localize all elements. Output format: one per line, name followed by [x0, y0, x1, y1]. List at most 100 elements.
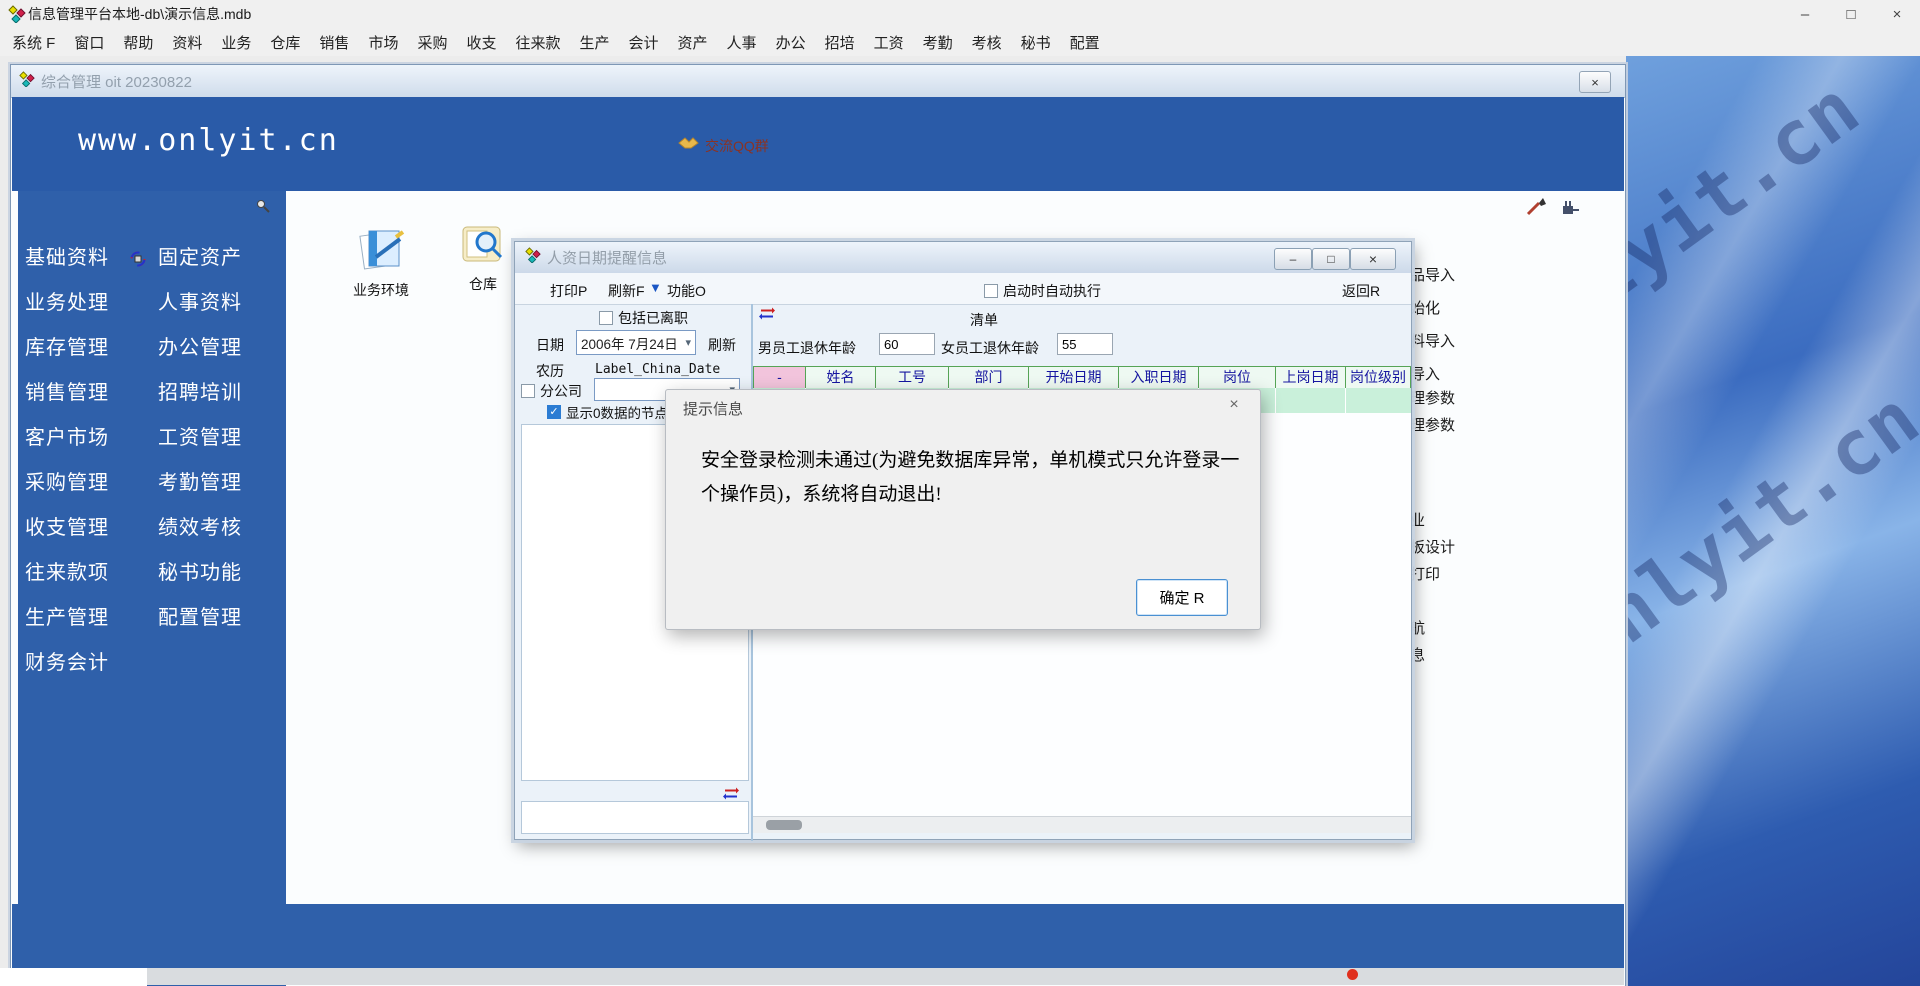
menu-item[interactable]: 办公: [776, 32, 806, 53]
right-menu-item-fragment[interactable]: 打印: [1410, 563, 1440, 584]
maximize-button[interactable]: □: [1828, 0, 1874, 28]
desktop-icon-warehouse[interactable]: 仓库: [448, 221, 518, 294]
menu-item[interactable]: 资产: [678, 32, 708, 53]
menu-item[interactable]: 配置: [1070, 32, 1100, 53]
sidebar-item[interactable]: 配置管理: [158, 606, 242, 631]
function-menu-button[interactable]: 功能O: [667, 281, 706, 301]
menu-item[interactable]: 收支: [466, 32, 496, 53]
grid-header-cell[interactable]: 开始日期: [1029, 367, 1119, 389]
date-refresh-button[interactable]: 刷新: [708, 335, 736, 355]
menu-item[interactable]: 工资: [874, 32, 904, 53]
menu-item[interactable]: 人事: [727, 32, 757, 53]
right-menu-item-fragment[interactable]: 航: [1410, 617, 1425, 638]
dialog-close-button[interactable]: ×: [1350, 248, 1396, 270]
minimize-button[interactable]: –: [1782, 0, 1828, 28]
sidebar-item[interactable]: 办公管理: [158, 336, 242, 361]
right-menu-item-fragment[interactable]: 品导入: [1410, 264, 1455, 285]
sidebar-item[interactable]: 秘书功能: [158, 561, 242, 586]
include-resigned-row: 包括已离职: [599, 308, 688, 328]
menu-item[interactable]: 生产: [580, 32, 610, 53]
right-menu-item-fragment[interactable]: 业: [1410, 509, 1425, 530]
print-button[interactable]: 打印P: [550, 281, 587, 301]
sidebar-item[interactable]: 库存管理: [25, 336, 109, 361]
grid-header-cell[interactable]: -: [753, 367, 806, 389]
sidebar-item[interactable]: 固定资产: [158, 246, 242, 271]
menu-item[interactable]: 市场: [368, 32, 398, 53]
menu-item[interactable]: 帮助: [123, 32, 153, 53]
mdi-close-button[interactable]: ×: [1579, 71, 1611, 93]
right-menu-item-fragment[interactable]: 始化: [1410, 297, 1440, 318]
right-menu-item-fragment[interactable]: 理参数: [1410, 414, 1455, 435]
menu-item[interactable]: 业务: [221, 32, 251, 53]
dialog-toolbar: 打印P 刷新F ▼ 功能O 启动时自动执行 返回R: [515, 273, 1411, 305]
autorun-label: 启动时自动执行: [1003, 281, 1101, 301]
dialog-maximize-button[interactable]: □: [1312, 248, 1350, 270]
grid-header-cell[interactable]: 入职日期: [1119, 367, 1199, 389]
menu-item[interactable]: 秘书: [1021, 32, 1051, 53]
menu-item[interactable]: 仓库: [270, 32, 300, 53]
sidebar-item[interactable]: 生产管理: [25, 606, 109, 631]
sidebar-item[interactable]: 基础资料: [25, 246, 109, 271]
menu-item[interactable]: 系统 F: [12, 32, 55, 53]
sidebar-item[interactable]: 销售管理: [25, 381, 109, 406]
horizontal-scrollbar[interactable]: [753, 816, 1411, 833]
swap-icon[interactable]: [759, 307, 775, 325]
include-resigned-checkbox[interactable]: [599, 311, 613, 325]
sidebar-item[interactable]: 工资管理: [158, 426, 242, 451]
menu-item[interactable]: 采购: [417, 32, 447, 53]
male-retire-age-input[interactable]: [879, 333, 935, 355]
pushpin-icon[interactable]: [256, 199, 270, 218]
plug-icon[interactable]: [1559, 197, 1581, 224]
branch-label: 分公司: [540, 381, 582, 401]
right-menu-item-fragment[interactable]: 板设计: [1410, 536, 1455, 557]
show-zero-checkbox[interactable]: ✓: [547, 405, 561, 419]
menu-item[interactable]: 会计: [629, 32, 659, 53]
grid-header-cell[interactable]: 部门: [949, 367, 1029, 389]
grid-header-cell[interactable]: 岗位: [1199, 367, 1276, 389]
branch-checkbox[interactable]: [521, 384, 535, 398]
grid-header-cell[interactable]: 工号: [876, 367, 949, 389]
sidebar-item[interactable]: 收支管理: [25, 516, 109, 541]
sidebar-item[interactable]: 业务处理: [25, 291, 109, 316]
menu-item[interactable]: 窗口: [74, 32, 104, 53]
right-menu-item-fragment[interactable]: 导入: [1410, 363, 1440, 384]
date-value: 2006年 7月24日: [581, 333, 678, 353]
sidebar-item[interactable]: 绩效考核: [158, 516, 242, 541]
sidebar-item[interactable]: 采购管理: [25, 471, 109, 496]
menu-item[interactable]: 招培: [825, 32, 855, 53]
right-menu-item-fragment[interactable]: 料导入: [1410, 330, 1455, 351]
qq-group-link[interactable]: 交流QQ群: [677, 135, 769, 156]
autorun-checkbox-row: 启动时自动执行: [984, 281, 1101, 301]
dialog-minimize-button[interactable]: –: [1274, 248, 1312, 270]
ok-button[interactable]: 确定 R: [1136, 579, 1228, 616]
menu-item[interactable]: 考核: [972, 32, 1002, 53]
grid-header-cell[interactable]: 姓名: [806, 367, 876, 389]
site-url: www.onlyit.cn: [78, 123, 339, 158]
sidebar-item[interactable]: 客户市场: [25, 426, 109, 451]
close-button[interactable]: ×: [1874, 0, 1920, 28]
sidebar-item[interactable]: 人事资料: [158, 291, 242, 316]
back-button[interactable]: 返回R: [1342, 281, 1380, 301]
right-menu-item-fragment[interactable]: 理参数: [1410, 387, 1455, 408]
red-indicator-dot: [1347, 969, 1358, 980]
refresh-button[interactable]: 刷新F: [608, 281, 645, 301]
female-retire-age-input[interactable]: [1057, 333, 1113, 355]
desktop-icon-business-env[interactable]: 业务环境: [346, 227, 416, 300]
date-combobox[interactable]: 2006年 7月24日 ▾: [576, 330, 696, 355]
sidebar-item[interactable]: 往来款项: [25, 561, 109, 586]
sidebar-item[interactable]: 财务会计: [25, 651, 109, 676]
autorun-checkbox[interactable]: [984, 284, 998, 298]
menu-item[interactable]: 销售: [319, 32, 349, 53]
menu-bar: 系统 F窗口帮助资料业务仓库销售市场采购收支往来款生产会计资产人事办公招培工资考…: [0, 28, 1920, 56]
menu-item[interactable]: 考勤: [923, 32, 953, 53]
sidebar-item[interactable]: 招聘培训: [158, 381, 242, 406]
right-menu-item-fragment[interactable]: 息: [1410, 644, 1425, 665]
grid-header-cell[interactable]: 岗位级别: [1346, 367, 1411, 389]
sidebar-item[interactable]: 考勤管理: [158, 471, 242, 496]
message-box-close-icon[interactable]: ×: [1222, 396, 1246, 416]
app-titlebar: 信息管理平台本地-db\演示信息.mdb – □ ×: [0, 0, 1920, 28]
scrollbar-thumb[interactable]: [766, 820, 802, 830]
menu-item[interactable]: 资料: [172, 32, 202, 53]
grid-header-cell[interactable]: 上岗日期: [1276, 367, 1346, 389]
menu-item[interactable]: 往来款: [515, 32, 560, 53]
